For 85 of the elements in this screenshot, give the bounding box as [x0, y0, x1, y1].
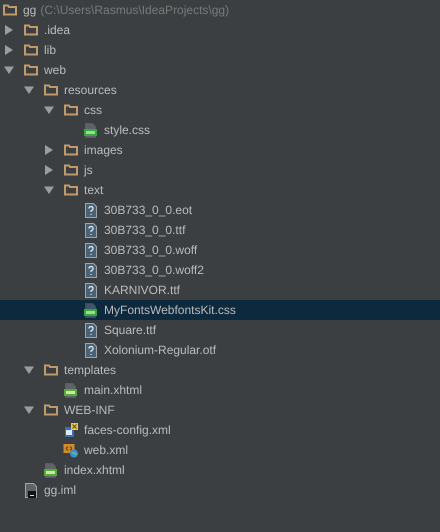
tree-row[interactable]: images: [0, 140, 440, 160]
collapse-arrow-icon[interactable]: [4, 65, 14, 75]
expand-arrow-icon[interactable]: [4, 45, 14, 55]
tree-row[interactable]: js: [0, 160, 440, 180]
tree-row[interactable]: gg.iml: [0, 480, 440, 500]
unknown-file-icon: [85, 222, 97, 238]
collapse-arrow-icon[interactable]: [44, 185, 54, 195]
file-name: Xolonium-Regular.otf: [104, 342, 216, 359]
tree-row[interactable]: WEB-INF: [0, 400, 440, 420]
tree-row[interactable]: 30B733_0_0.woff: [0, 240, 440, 260]
tree-row[interactable]: Square.ttf: [0, 320, 440, 340]
file-name: resources: [64, 82, 117, 99]
jsf-file-icon: [44, 462, 58, 478]
file-name: KARNIVOR.ttf: [104, 282, 180, 299]
file-name: 30B733_0_0.eot: [104, 202, 192, 219]
file-name: lib: [44, 42, 56, 59]
file-name: faces-config.xml: [84, 422, 171, 439]
collapse-arrow-icon[interactable]: [24, 405, 34, 415]
file-name: WEB-INF: [64, 402, 115, 419]
expand-arrow-icon[interactable]: [4, 25, 14, 35]
tree-row[interactable]: style.css: [0, 120, 440, 140]
file-name: .idea: [44, 22, 70, 39]
folder-icon: [64, 104, 78, 116]
tree-row[interactable]: web.xml: [0, 440, 440, 460]
folder-icon: [64, 164, 78, 176]
collapse-arrow-icon[interactable]: [24, 365, 34, 375]
tree-row[interactable]: web: [0, 60, 440, 80]
tree-row[interactable]: 30B733_0_0.woff2: [0, 260, 440, 280]
tree-row[interactable]: 30B733_0_0.ttf: [0, 220, 440, 240]
config-file-icon: [64, 422, 78, 438]
file-name: css: [84, 102, 102, 119]
project-path: (C:\Users\Rasmus\IdeaProjects\gg): [40, 2, 230, 19]
tree-row[interactable]: lib: [0, 40, 440, 60]
folder-icon: [24, 44, 38, 56]
folder-icon: [24, 24, 38, 36]
file-name: Square.ttf: [104, 322, 156, 339]
tree-row[interactable]: templates: [0, 360, 440, 380]
file-name: web.xml: [84, 442, 128, 459]
module-file-icon: [25, 482, 37, 498]
tree-row[interactable]: .idea: [0, 20, 440, 40]
folder-icon: [24, 64, 38, 76]
file-name: 30B733_0_0.ttf: [104, 222, 186, 239]
css-file-icon: [84, 122, 98, 138]
folder-icon: [44, 364, 58, 376]
tree-row[interactable]: main.xhtml: [0, 380, 440, 400]
css-file-icon: [84, 302, 98, 318]
collapse-arrow-icon[interactable]: [24, 85, 34, 95]
unknown-file-icon: [85, 342, 97, 358]
file-name: templates: [64, 362, 116, 379]
folder-icon: [44, 84, 58, 96]
folder-icon: [64, 184, 78, 196]
tree-row[interactable]: text: [0, 180, 440, 200]
file-name: main.xhtml: [84, 382, 142, 399]
file-name: 30B733_0_0.woff: [104, 242, 198, 259]
jsf-file-icon: [64, 382, 78, 398]
file-name: text: [84, 182, 104, 199]
tree-row[interactable]: index.xhtml: [0, 460, 440, 480]
tree-row[interactable]: faces-config.xml: [0, 420, 440, 440]
unknown-file-icon: [85, 262, 97, 278]
collapse-arrow-icon[interactable]: [44, 105, 54, 115]
unknown-file-icon: [85, 282, 97, 298]
tree-row[interactable]: resources: [0, 80, 440, 100]
tree-row[interactable]: css: [0, 100, 440, 120]
file-name: index.xhtml: [64, 462, 125, 479]
tree-row[interactable]: KARNIVOR.ttf: [0, 280, 440, 300]
folder-icon: [44, 404, 58, 416]
project-name: gg: [23, 2, 36, 19]
folder-icon: [3, 4, 17, 16]
unknown-file-icon: [85, 322, 97, 338]
expand-arrow-icon[interactable]: [44, 165, 54, 175]
file-name: js: [84, 162, 93, 179]
xml-file-icon: [63, 442, 79, 458]
file-name: gg.iml: [44, 482, 76, 499]
tree-row[interactable]: MyFontsWebfontsKit.css: [0, 300, 440, 320]
file-name: style.css: [104, 122, 150, 139]
tree-row[interactable]: Xolonium-Regular.otf: [0, 340, 440, 360]
file-name: images: [84, 142, 123, 159]
file-name: 30B733_0_0.woff2: [104, 262, 204, 279]
expand-arrow-icon[interactable]: [44, 145, 54, 155]
file-name: web: [44, 62, 66, 79]
folder-icon: [64, 144, 78, 156]
unknown-file-icon: [85, 242, 97, 258]
unknown-file-icon: [85, 202, 97, 218]
file-name: MyFontsWebfontsKit.css: [104, 302, 236, 319]
tree-row[interactable]: 30B733_0_0.eot: [0, 200, 440, 220]
